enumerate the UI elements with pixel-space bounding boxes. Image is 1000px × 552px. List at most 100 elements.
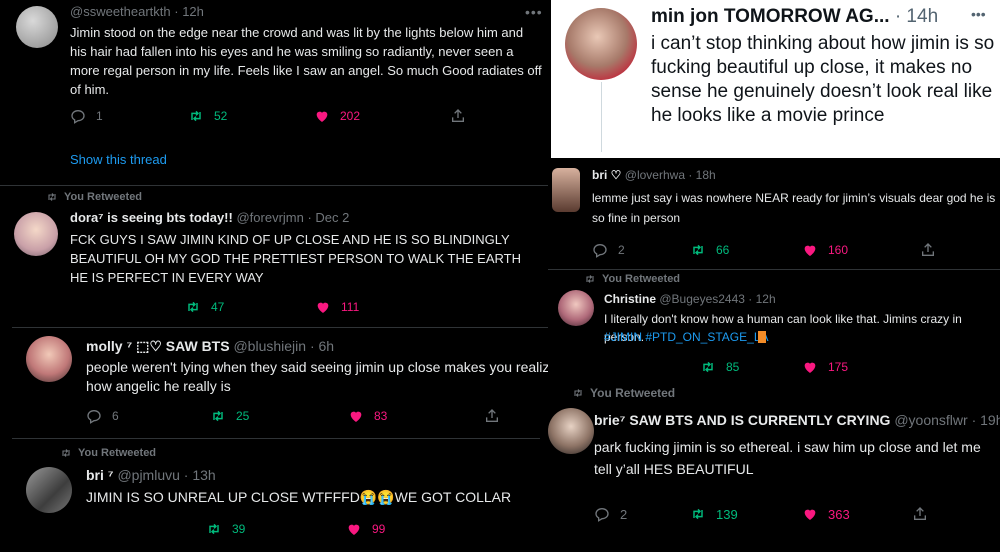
- retweet-button[interactable]: 139: [690, 506, 802, 522]
- hashtags[interactable]: #JIMIN #PTD_ON_STAGE_LA: [604, 328, 769, 346]
- tweet-author-name[interactable]: Christine: [604, 292, 656, 306]
- tweet-card-6[interactable]: bri ♡ @loverhwa · 18h lemme just say i w…: [548, 160, 1000, 268]
- avatar[interactable]: [558, 290, 594, 326]
- tweet-text: Jimin stood on the edge near the crowd a…: [70, 25, 542, 97]
- like-button[interactable]: 175: [802, 359, 848, 375]
- like-button[interactable]: 202: [314, 108, 450, 124]
- reply-icon: [86, 408, 102, 424]
- share-button[interactable]: [920, 242, 936, 258]
- retweet-icon: [572, 387, 584, 399]
- retweet-label: You Retweeted: [602, 273, 681, 285]
- retweet-label: You Retweeted: [590, 386, 676, 400]
- reply-button[interactable]: 2: [594, 506, 690, 522]
- tweet-handle[interactable]: @blushiejin · 6h: [233, 338, 334, 354]
- tweet-card-7[interactable]: You Retweeted Christine @Bugeyes2443 · 1…: [548, 269, 1000, 382]
- tweet-author-name[interactable]: bri ⁷: [86, 467, 114, 483]
- tweet-text: JIMIN IS SO UNREAL UP CLOSE WTFFFD😭😭WE G…: [86, 489, 512, 505]
- tweet-handle[interactable]: @yoonsflwr · 19h: [894, 412, 1000, 428]
- share-button[interactable]: [484, 408, 500, 424]
- flag-emoji: [758, 331, 766, 343]
- like-button[interactable]: 160: [802, 242, 920, 258]
- retweet-count: 139: [716, 506, 738, 522]
- like-button[interactable]: 99: [346, 521, 385, 537]
- like-count: 160: [828, 243, 849, 257]
- share-button[interactable]: [450, 108, 466, 124]
- avatar[interactable]: [16, 6, 58, 48]
- retweet-icon: [210, 408, 226, 424]
- like-button[interactable]: 363: [802, 506, 912, 522]
- tweet-time[interactable]: · 12h: [174, 4, 204, 19]
- reply-button[interactable]: 1: [70, 108, 188, 124]
- thread-line: [601, 82, 602, 152]
- retweet-count: 47: [211, 300, 225, 314]
- retweet-button[interactable]: 66: [690, 242, 802, 258]
- retweet-button[interactable]: 52: [188, 108, 314, 124]
- avatar[interactable]: [565, 8, 637, 80]
- share-icon: [920, 242, 936, 258]
- like-count: 83: [374, 409, 388, 423]
- tweet-handle[interactable]: @loverhwa · 18h: [625, 168, 716, 182]
- heart-icon: [802, 359, 818, 375]
- reply-count: 2: [620, 506, 628, 522]
- like-count: 99: [372, 522, 386, 536]
- retweet-icon: [46, 191, 58, 203]
- tweet-handle[interactable]: @forevrjmn · Dec 2: [236, 210, 349, 225]
- like-button[interactable]: 83: [348, 408, 484, 424]
- heart-icon: [346, 521, 362, 537]
- retweet-button[interactable]: 25: [210, 408, 348, 424]
- tweet-card-4[interactable]: You Retweeted bri ⁷ @pjmluvu · 13h JIMIN…: [12, 438, 578, 552]
- avatar[interactable]: [552, 168, 580, 212]
- share-icon: [912, 506, 928, 522]
- retweet-icon: [584, 273, 596, 285]
- retweet-icon: [188, 108, 204, 124]
- tweet-card-1[interactable]: @ssweetheartkth · 12h ••• Jimin stood on…: [0, 0, 548, 182]
- tweet-card-8[interactable]: You Retweeted brie⁷ SAW BTS AND IS CURRE…: [540, 382, 1000, 551]
- tweet-handle[interactable]: @pjmluvu · 13h: [117, 467, 215, 483]
- heart-icon: [802, 506, 818, 522]
- retweet-button[interactable]: 39: [206, 521, 346, 537]
- retweet-icon: [185, 299, 201, 315]
- reply-icon: [70, 108, 86, 124]
- tweet-card-5[interactable]: min jon TOMORROW AG... · 14h ••• i can’t…: [551, 0, 1000, 158]
- tweet-handle[interactable]: @Bugeyes2443 · 12h: [659, 292, 775, 306]
- tweet-time[interactable]: · 14h: [895, 6, 938, 27]
- avatar[interactable]: [548, 408, 594, 454]
- reply-icon: [594, 506, 610, 522]
- retweet-button[interactable]: 85: [700, 359, 802, 375]
- avatar[interactable]: [26, 467, 72, 513]
- tweet-handle[interactable]: @ssweetheartkth: [70, 4, 171, 19]
- avatar[interactable]: [26, 336, 72, 382]
- tweet-card-2[interactable]: You Retweeted dora⁷ is seeing bts today!…: [0, 185, 548, 325]
- reply-icon: [592, 242, 608, 258]
- retweet-icon: [60, 447, 72, 459]
- tweet-author-name[interactable]: bri ♡: [592, 168, 621, 182]
- like-count: 202: [340, 109, 361, 123]
- retweet-label: You Retweeted: [64, 191, 143, 203]
- share-button[interactable]: [912, 506, 928, 522]
- tweet-card-3[interactable]: molly ⁷ ⬚♡ SAW BTS @blushiejin · 6h peop…: [12, 327, 578, 436]
- like-count: 111: [341, 300, 360, 314]
- retweet-icon: [690, 242, 706, 258]
- tweet-author-name[interactable]: brie⁷ SAW BTS AND IS CURRENTLY CRYING: [594, 412, 890, 428]
- more-options-icon[interactable]: •••: [971, 6, 986, 22]
- tweet-author-name[interactable]: molly ⁷ ⬚♡ SAW BTS: [86, 338, 230, 354]
- heart-icon: [348, 408, 364, 424]
- retweet-button[interactable]: 47: [185, 299, 315, 315]
- avatar[interactable]: [14, 212, 58, 256]
- tweet-text: FCK GUYS I SAW JIMIN KIND OF UP CLOSE AN…: [70, 232, 521, 285]
- tweet-author-name[interactable]: dora⁷ is seeing bts today!!: [70, 210, 233, 225]
- heart-icon: [314, 108, 330, 124]
- share-icon: [450, 108, 466, 124]
- retweet-count: 85: [726, 360, 740, 374]
- retweet-count: 52: [214, 109, 228, 123]
- retweet-count: 25: [236, 409, 250, 423]
- retweet-count: 66: [716, 243, 730, 257]
- reply-button[interactable]: 2: [592, 242, 690, 258]
- divider: [0, 185, 548, 186]
- tweet-text: people weren't lying when they said seei…: [86, 359, 558, 394]
- reply-button[interactable]: 6: [86, 408, 210, 424]
- tweet-author-name[interactable]: min jon TOMORROW AG...: [651, 6, 890, 27]
- more-options-icon[interactable]: •••: [525, 4, 543, 20]
- show-thread-link[interactable]: Show this thread: [70, 152, 167, 167]
- like-button[interactable]: 111: [315, 299, 359, 315]
